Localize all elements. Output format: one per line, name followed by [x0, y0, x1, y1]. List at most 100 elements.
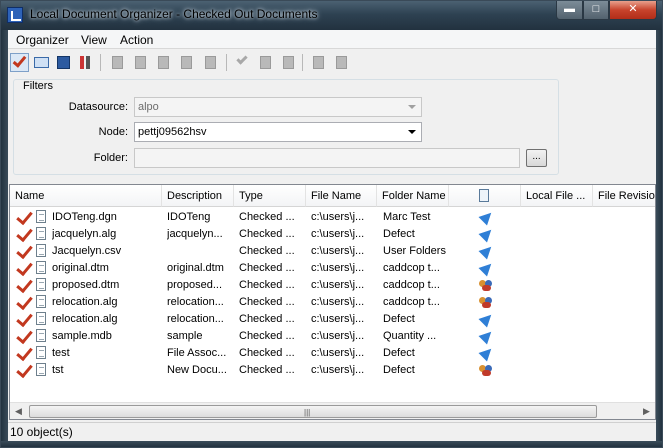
checked-out-icon — [16, 207, 33, 226]
column-header-status[interactable] — [449, 185, 521, 207]
menu-action[interactable]: Action — [120, 33, 153, 47]
document-icon — [36, 295, 46, 308]
table-row[interactable]: test File Assoc... Checked ... c:\users\j..… — [10, 343, 655, 362]
browse-folder-button[interactable]: ... — [526, 149, 547, 167]
frame-right — [656, 30, 662, 441]
checked-out-arrow-icon — [478, 327, 496, 345]
cell-description: File Assoc... — [167, 347, 227, 359]
check-out-button[interactable] — [10, 53, 29, 72]
toolbar-button-disabled[interactable] — [279, 53, 298, 72]
scroll-left-icon[interactable]: ◀ — [10, 403, 27, 419]
menu-view[interactable]: View — [81, 33, 107, 47]
cell-type: Checked ... — [239, 211, 295, 223]
maximize-button[interactable]: □ — [583, 1, 609, 20]
toolbar — [8, 50, 656, 75]
table-row[interactable]: IDOTeng.dgn IDOTeng Checked ... c:\users\j.… — [10, 207, 655, 226]
close-button[interactable]: ✕ — [609, 1, 657, 20]
doc-gray-icon — [260, 56, 271, 69]
column-header-file-name[interactable]: File Name — [306, 185, 377, 207]
table-row[interactable]: tst New Docu... Checked ... c:\users\j... De… — [10, 360, 655, 379]
cell-description: New Docu... — [167, 364, 227, 376]
document-icon — [36, 261, 46, 274]
cell-name: jacquelyn.alg — [52, 228, 117, 240]
cell-file-name: c:\users\j... — [311, 279, 365, 291]
checked-out-arrow-icon — [478, 208, 496, 226]
doc-gray-icon — [336, 56, 347, 69]
cell-file-name: c:\users\j... — [311, 262, 365, 274]
toolbar-button-disabled[interactable] — [309, 53, 328, 72]
menu-organizer[interactable]: Organizer — [16, 33, 69, 47]
cell-folder-name: caddcop t... — [383, 279, 440, 291]
save-button[interactable] — [54, 53, 73, 72]
table-row[interactable]: Jacquelyn.csv Checked ... c:\users\j... Use… — [10, 241, 655, 260]
document-icon — [36, 329, 46, 342]
table-row[interactable]: sample.mdb sample Checked ... c:\users\j...… — [10, 326, 655, 345]
checked-out-icon — [16, 241, 33, 260]
shared-users-icon — [479, 363, 494, 377]
column-header-type[interactable]: Type — [234, 185, 306, 207]
checked-out-icon — [16, 360, 33, 379]
toolbar-separator — [226, 54, 227, 71]
minimize-button[interactable]: ▬ — [556, 1, 583, 20]
column-header-local-file[interactable]: Local File ... — [521, 185, 593, 207]
checked-out-icon — [16, 343, 33, 362]
checked-out-icon — [16, 309, 33, 328]
node-combo[interactable]: pettj09562hsv — [134, 122, 422, 142]
cell-file-name: c:\users\j... — [311, 245, 365, 257]
save-icon — [57, 56, 70, 69]
documents-grid[interactable]: Name Description Type File Name Folder N… — [9, 184, 656, 420]
column-header-file-revision[interactable]: File Revision — [593, 185, 655, 207]
scroll-right-icon[interactable]: ▶ — [638, 403, 655, 419]
table-row[interactable]: proposed.dtm proposed... Checked ... c:\use… — [10, 275, 655, 294]
tools-button[interactable] — [76, 53, 95, 72]
datasource-label: Datasource: — [68, 101, 128, 113]
table-row[interactable]: relocation.alg relocation... Checked ... c:… — [10, 292, 655, 311]
table-row[interactable]: jacquelyn.alg jacquelyn... Checked ... c:\u… — [10, 224, 655, 243]
toolbar-button-disabled[interactable] — [177, 53, 196, 72]
cell-file-name: c:\users\j... — [311, 364, 365, 376]
checked-out-arrow-icon — [478, 225, 496, 243]
toolbar-button-disabled[interactable] — [131, 53, 150, 72]
filters-title: Filters — [23, 80, 53, 92]
cell-description: IDOTeng — [167, 211, 211, 223]
doc-gray-icon — [313, 56, 324, 69]
cell-type: Checked ... — [239, 279, 295, 291]
window-title: Local Document Organizer - Checked Out D… — [30, 7, 318, 21]
doc-gray-icon — [135, 56, 146, 69]
frame-bottom — [1, 441, 662, 447]
column-header-description[interactable]: Description — [162, 185, 234, 207]
checked-out-icon — [16, 258, 33, 277]
toolbar-button-disabled[interactable] — [256, 53, 275, 72]
folder-field[interactable] — [134, 148, 520, 168]
table-row[interactable]: original.dtm original.dtm Checked ... c:\us… — [10, 258, 655, 277]
toolbar-button-disabled[interactable] — [108, 53, 127, 72]
title-bar[interactable]: Local Document Organizer - Checked Out D… — [1, 1, 662, 30]
tools-icon — [80, 56, 84, 69]
check-in-button[interactable] — [233, 53, 252, 72]
column-header-name[interactable]: Name — [10, 185, 162, 207]
table-row[interactable]: relocation.alg relocation... Checked ... c:… — [10, 309, 655, 328]
cell-folder-name: Defect — [383, 364, 415, 376]
cell-name: original.dtm — [52, 262, 109, 274]
cell-type: Checked ... — [239, 364, 295, 376]
cell-file-name: c:\users\j... — [311, 211, 365, 223]
toolbar-button-disabled[interactable] — [332, 53, 351, 72]
column-header-folder-name[interactable]: Folder Name — [377, 185, 449, 207]
toolbar-button-disabled[interactable] — [154, 53, 173, 72]
cell-description: proposed... — [167, 279, 223, 291]
horizontal-scrollbar[interactable]: ◀ ||| ▶ — [10, 402, 655, 419]
check-icon — [12, 53, 27, 68]
node-value: pettj09562hsv — [138, 126, 207, 138]
cell-file-name: c:\users\j... — [311, 330, 365, 342]
document-icon — [36, 346, 46, 359]
folder-label: Folder: — [93, 152, 128, 164]
scrollbar-thumb[interactable]: ||| — [29, 405, 597, 418]
open-button[interactable] — [32, 53, 51, 72]
cell-description: relocation... — [167, 313, 224, 325]
cell-description: jacquelyn... — [167, 228, 223, 240]
checked-out-icon — [16, 326, 33, 345]
toolbar-button-disabled[interactable] — [201, 53, 220, 72]
cell-type: Checked ... — [239, 228, 295, 240]
checked-out-icon — [16, 224, 33, 243]
datasource-combo[interactable]: alpo — [134, 97, 422, 117]
